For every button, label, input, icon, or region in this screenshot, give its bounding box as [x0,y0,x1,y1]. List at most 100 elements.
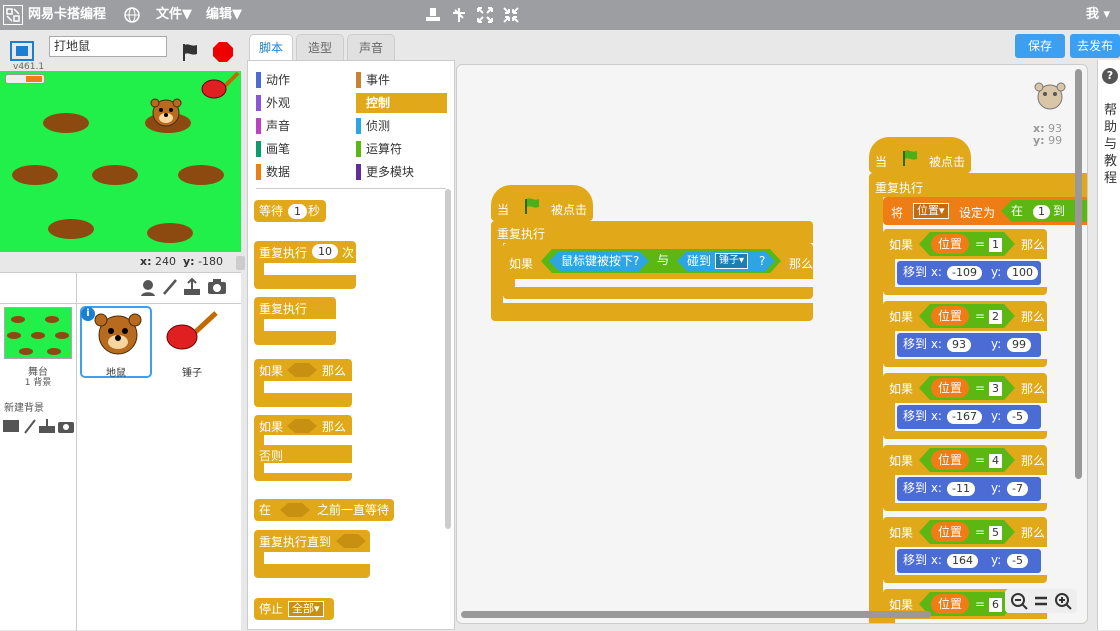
position-variable[interactable]: 位置 [931,450,969,470]
user-menu[interactable]: 我 ▾ [1086,0,1110,30]
block-if-then[interactable]: 如果 那么 [254,359,352,407]
position-variable[interactable]: 位置 [931,522,969,542]
block-forever[interactable]: 重复执行 [254,297,336,345]
stage-thumbnail[interactable] [4,307,72,359]
hole [12,165,58,185]
equals-operator[interactable]: 位置 = 3 [919,376,1015,400]
category-operators[interactable]: 运算符 [356,139,447,159]
help-icon[interactable]: ? [1102,68,1118,84]
position-variable[interactable]: 位置 [931,306,969,326]
cut-scissors-icon[interactable] [449,5,469,25]
new-backdrop-label: 新建背景 [4,403,44,414]
hole [92,165,138,185]
tab-scripts[interactable]: 脚本 [249,34,293,60]
edit-menu[interactable]: 编辑▼ [206,0,242,30]
save-button[interactable]: 保存 [1015,34,1065,58]
block-if-position-4[interactable]: 如果 位置 = 4 那么 移到 x: -11 y: -7 [883,445,1047,511]
camera-sprite-icon[interactable] [206,277,228,297]
sprite-tile-hammer[interactable]: 锤子 [156,306,228,379]
category-control[interactable]: 控制 [356,93,447,113]
sprite-library-icon[interactable] [138,277,158,297]
equals-operator[interactable]: 位置 = 6 [919,592,1015,616]
duplicate-stamp-icon[interactable] [423,5,443,25]
hammer-sprite-icon[interactable] [198,71,241,103]
block-repeat[interactable]: 重复执行 10 次 [254,241,356,289]
zoom-in-icon[interactable] [1053,591,1073,611]
paint-sprite-icon[interactable] [160,277,180,297]
stage-collapse-handle[interactable] [236,256,245,270]
green-flag-icon [903,150,917,166]
block-if-mouse-down[interactable]: 如果 鼠标键被按下? 与 碰到 锤子▾ ? 那么 [503,243,813,299]
backdrop-tools-icon[interactable] [3,418,75,434]
block-repeat-until[interactable]: 重复执行直到 [254,530,370,578]
stop-icon[interactable] [212,41,234,63]
file-menu[interactable]: 文件▼ [156,0,192,30]
category-events[interactable]: 事件 [356,70,447,90]
category-motion[interactable]: 动作 [256,70,351,90]
block-if-else[interactable]: 如果 那么 否则 [254,415,352,481]
block-stop[interactable]: 停止 全部▾ [254,598,334,620]
shrink-icon[interactable] [501,5,521,25]
block-set-variable[interactable]: 将 位置▾ 设定为 在 1 到 [883,197,1087,225]
category-data[interactable]: 数据 [256,162,351,182]
fullscreen-icon[interactable] [8,39,36,63]
green-flag-icon[interactable] [180,41,202,63]
block-if-position-5[interactable]: 如果 位置 = 5 那么 移到 x: 164 y: -5 [883,517,1047,583]
category-pen[interactable]: 画笔 [256,139,351,159]
sprite-tile-mole[interactable]: i 地鼠 [80,306,152,379]
publish-button[interactable]: 去发布 [1070,34,1120,58]
equals-operator[interactable]: 位置 = 2 [919,304,1015,328]
language-globe-icon[interactable] [124,0,140,30]
sprite-panel: 舞台 1 背景 新建背景 i 地鼠 锤子 [0,272,241,631]
stage-canvas[interactable] [0,71,241,252]
position-variable[interactable]: 位置 [931,594,969,614]
logo-icon [3,5,23,25]
mole-sprite-icon[interactable] [148,97,184,131]
hole [47,348,61,355]
app-name: 网易卡搭编程 [28,7,107,22]
block-goto-xy[interactable]: 移到 x: 93 y: 99 [897,333,1041,357]
hole [55,332,69,339]
position-variable[interactable]: 位置 [931,378,969,398]
palette-scrollbar[interactable] [445,189,451,529]
zoom-out-icon[interactable] [1009,591,1029,611]
equals-operator[interactable]: 位置 = 1 [919,232,1015,256]
block-if-position-2[interactable]: 如果 位置 = 2 那么 移到 x: 93 y: 99 [883,301,1047,367]
category-sound[interactable]: 声音 [256,116,351,136]
mouse-down-reporter[interactable]: 鼠标键被按下? [549,251,649,271]
hole [7,332,21,339]
help-panel[interactable]: ? 帮助与教程 [1097,60,1120,630]
upload-sprite-icon[interactable] [182,277,202,297]
zoom-reset-icon[interactable] [1031,591,1051,611]
and-operator[interactable]: 鼠标键被按下? 与 碰到 锤子▾ ? [541,249,781,273]
category-more-blocks[interactable]: 更多模块 [356,162,447,182]
script-area[interactable]: 当 被点击 重复执行 如果 鼠标键被按下? 与 碰到 锤子▾ ? 那么 当 被点… [456,64,1088,624]
category-sensing[interactable]: 侦测 [356,116,447,136]
equals-operator[interactable]: 位置 = 5 [919,520,1015,544]
vertical-scrollbar[interactable] [1075,69,1082,479]
block-wait[interactable]: 等待 1 秒 [254,200,326,222]
grow-icon[interactable] [475,5,495,25]
block-goto-xy[interactable]: 移到 x: -167 y: -5 [897,405,1041,429]
block-if-position-1[interactable]: 如果 位置 = 1 那么 移到 x: -109 y: 100 [883,229,1047,295]
sprite-coords: x: 93 y: 99 [1033,122,1063,147]
category-looks[interactable]: 外观 [256,93,351,113]
block-goto-xy[interactable]: 移到 x: -109 y: 100 [897,261,1041,285]
block-wait-until[interactable]: 在 之前一直等待 [254,499,394,521]
block-goto-xy[interactable]: 移到 x: -11 y: -7 [897,477,1041,501]
touching-reporter[interactable]: 碰到 锤子▾ ? [677,251,775,271]
hole [11,316,25,323]
horizontal-scrollbar[interactable] [461,611,931,618]
hat-when-flag-clicked-2[interactable]: 当 被点击 [869,137,971,173]
hole [178,165,224,185]
block-if-position-3[interactable]: 如果 位置 = 3 那么 移到 x: -167 y: -5 [883,373,1047,439]
position-variable[interactable]: 位置 [931,234,969,254]
block-goto-xy[interactable]: 移到 x: 164 y: -5 [897,549,1041,573]
equals-operator[interactable]: 位置 = 4 [919,448,1015,472]
tab-costumes[interactable]: 造型 [296,34,344,60]
hole [31,332,45,339]
project-name-input[interactable]: 打地鼠 [49,36,167,57]
hat-when-flag-clicked[interactable]: 当 被点击 [491,185,593,221]
mole-thumbnail-icon [94,313,142,355]
tab-sounds[interactable]: 声音 [347,34,395,60]
